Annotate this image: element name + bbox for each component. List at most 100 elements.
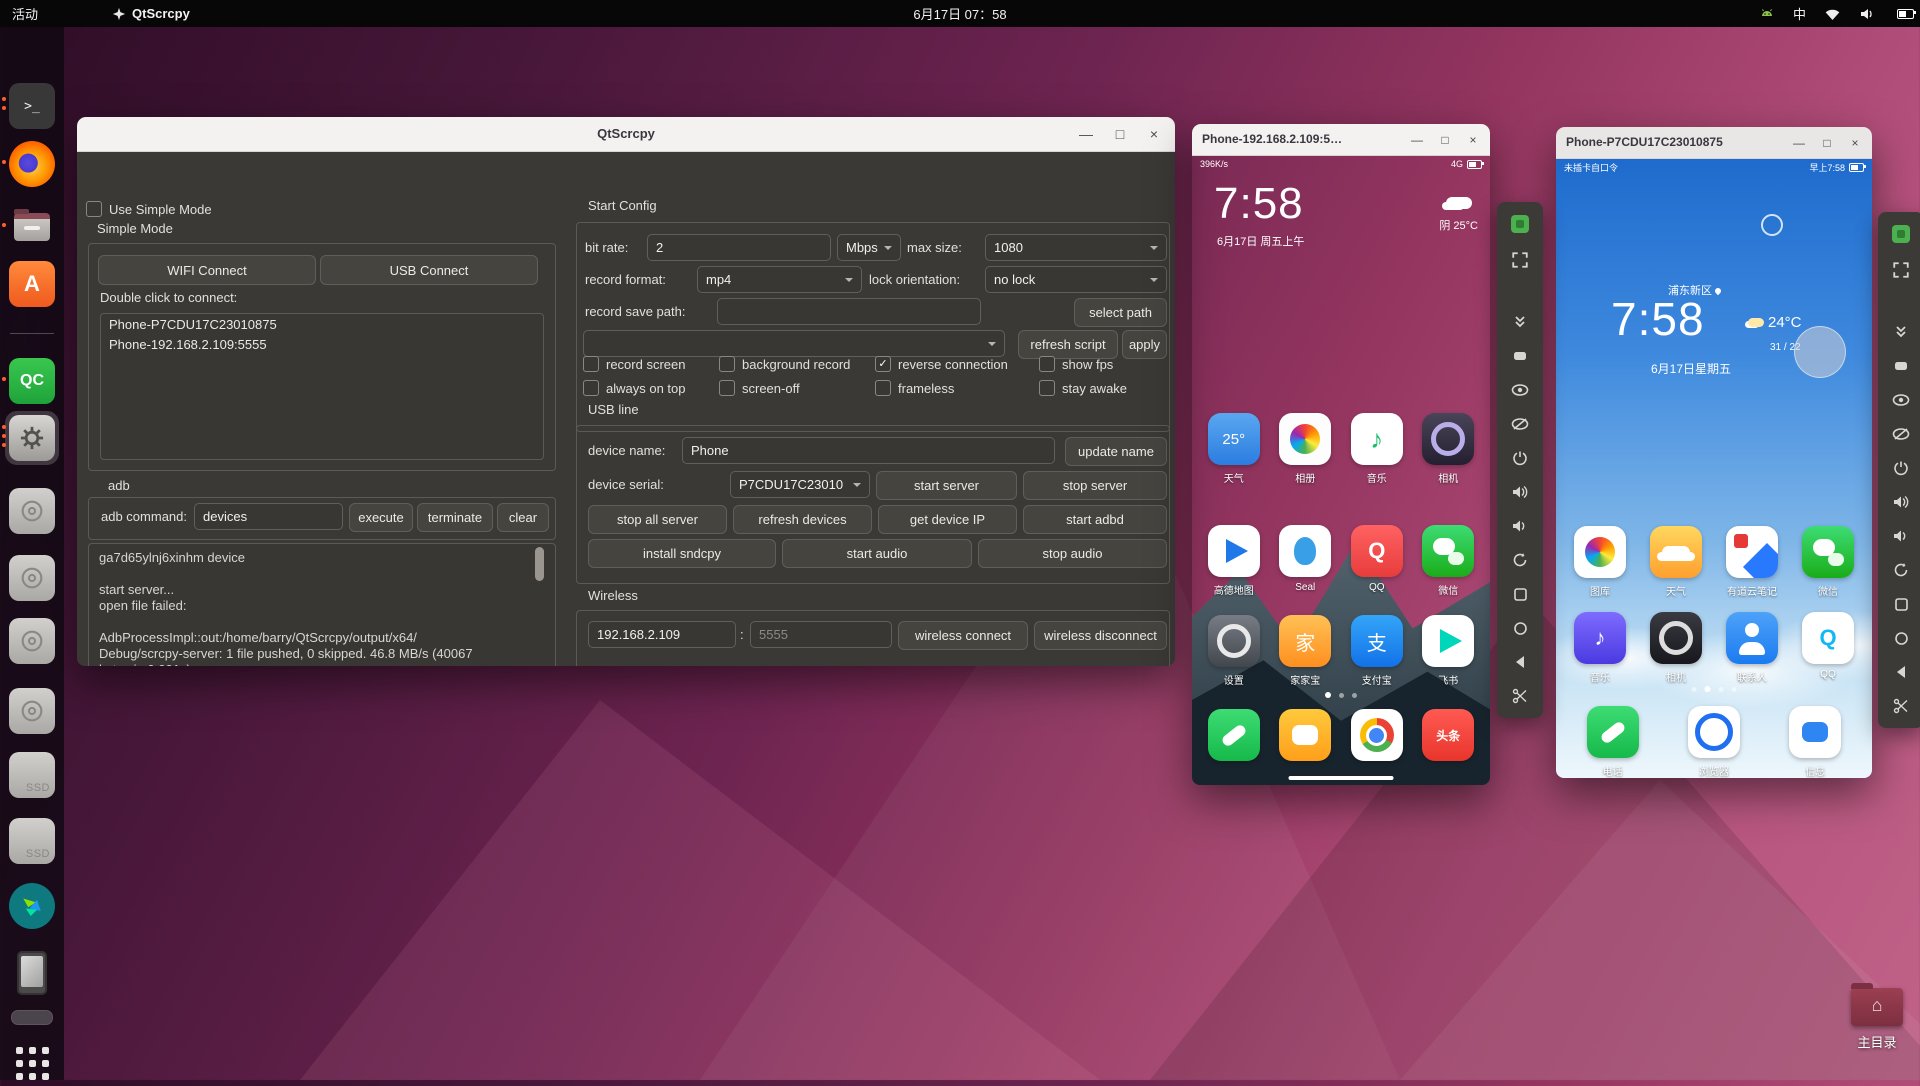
volume-up-icon[interactable] [1878, 488, 1920, 516]
dock-item-disks-1[interactable] [9, 488, 55, 534]
use-simple-mode-checkbox[interactable]: Use Simple Mode [86, 201, 212, 217]
app-icon-电话[interactable]: 电话 [1581, 706, 1645, 778]
volume-icon[interactable] [1859, 7, 1875, 21]
select-path-button[interactable]: select path [1074, 298, 1167, 327]
app-icon-飞书[interactable]: 飞书 [1416, 615, 1480, 687]
device-name-input[interactable]: Phone [682, 437, 1055, 464]
fullscreen-icon[interactable] [1878, 256, 1920, 284]
device-list-item[interactable]: Phone-192.168.2.109:5555 [101, 334, 543, 354]
update-name-button[interactable]: update name [1065, 437, 1167, 466]
clock-menu[interactable]: 6月17日 07：58 [913, 4, 1006, 23]
qtscrcpy-titlebar[interactable]: QtScrcpy — □ × [77, 117, 1175, 152]
expand-panel-icon[interactable] [1497, 308, 1543, 336]
dock-item-show-applications[interactable] [9, 1040, 55, 1086]
device-list[interactable]: Phone-P7CDU17C23010875 Phone-192.168.2.10… [100, 313, 544, 460]
terminate-button[interactable]: terminate [417, 503, 493, 532]
expand-panel-icon[interactable] [1878, 318, 1920, 346]
log-scrollbar[interactable] [535, 547, 544, 581]
start-audio-button[interactable]: start audio [782, 539, 972, 568]
close-button[interactable]: × [1466, 133, 1480, 147]
phone1-home-indicator[interactable] [1288, 776, 1394, 780]
power-icon[interactable] [1497, 444, 1543, 472]
app-icon-dock[interactable]: 头条 [1416, 709, 1480, 761]
install-sndcpy-button[interactable]: install sndcpy [588, 539, 776, 568]
checkbox-background-record[interactable]: background record [719, 356, 850, 372]
app-icon-dock[interactable] [1273, 709, 1337, 761]
touch-icon[interactable] [1878, 352, 1920, 380]
app-icon-天气[interactable]: 天气 [1644, 526, 1708, 598]
fullscreen-icon[interactable] [1497, 246, 1543, 274]
wireless-port-input[interactable]: 5555 [750, 621, 892, 648]
lock-orientation-select[interactable]: no lock [985, 266, 1167, 293]
checkbox-frameless[interactable]: frameless [875, 380, 954, 396]
dock-item-disks-2[interactable] [9, 555, 55, 601]
back-icon[interactable] [1497, 648, 1543, 676]
app-icon-图库[interactable]: 图库 [1568, 526, 1632, 598]
screenshot-icon[interactable] [1497, 682, 1543, 710]
stop-all-server-button[interactable]: stop all server [588, 505, 727, 534]
dock-item-files[interactable] [9, 204, 55, 250]
execute-button[interactable]: execute [349, 503, 413, 532]
get-device-IP-button[interactable]: get device IP [878, 505, 1017, 534]
app-icon-Seal[interactable]: Seal [1273, 525, 1337, 597]
battery-icon[interactable] [1897, 8, 1916, 19]
app-icon-微信[interactable]: 微信 [1796, 526, 1860, 598]
maximize-button[interactable]: □ [1820, 136, 1834, 150]
dock-item-settings[interactable] [9, 415, 55, 461]
dock-item-disks-4[interactable] [9, 688, 55, 734]
screen-on-icon[interactable] [1878, 386, 1920, 414]
app-icon-QQ[interactable]: Q QQ [1345, 525, 1409, 597]
app-icon-音乐[interactable]: ♪ 音乐 [1345, 413, 1409, 485]
wifi-connect-button[interactable]: WIFI Connect [98, 255, 316, 285]
volume-down-icon[interactable] [1497, 512, 1543, 540]
dock-item-firefox[interactable] [9, 141, 55, 187]
dock-item-disks-3[interactable] [9, 618, 55, 664]
phone2-titlebar[interactable]: Phone-P7CDU17C23010875 — □ × [1556, 127, 1872, 159]
screen-off-icon[interactable] [1878, 420, 1920, 448]
screen-off-icon[interactable] [1497, 410, 1543, 438]
minimize-button[interactable]: — [1410, 133, 1424, 147]
dock-item-ubuntu-software[interactable]: A [9, 261, 55, 307]
start-server-button[interactable]: start server [876, 471, 1017, 500]
app-icon-音乐[interactable]: ♪ 音乐 [1568, 612, 1632, 684]
volume-down-icon[interactable] [1878, 522, 1920, 550]
device-serial-select[interactable]: P7CDU17C23010 [730, 471, 870, 498]
home-folder-shortcut[interactable]: ⌂ 主目录 [1842, 983, 1912, 1051]
phone2-assistive-ball[interactable] [1794, 326, 1846, 378]
app-icon-设置[interactable]: 设置 [1202, 615, 1266, 687]
app-icon-联系人[interactable]: 联系人 [1720, 612, 1784, 684]
script-select[interactable] [583, 330, 1005, 357]
checkbox-record-screen[interactable]: record screen [583, 356, 685, 372]
app-icon-dock[interactable] [1345, 709, 1409, 761]
wifi-icon[interactable] [1824, 7, 1841, 21]
max-size-select[interactable]: 1080 [985, 234, 1167, 261]
phone1-screen[interactable]: 396K/s 4G 7:58 6月17日 周五上午 阴 25°C 25° 天气 相册… [1192, 155, 1490, 785]
app-icon-信息[interactable]: 信息 [1783, 706, 1847, 778]
wireless-connect-button[interactable]: wireless connect [898, 621, 1028, 650]
back-icon[interactable] [1878, 658, 1920, 686]
adb-log-output[interactable]: ga7d65ylnj6xinhm device start server... o… [88, 543, 556, 666]
app-icon-相册[interactable]: 相册 [1273, 413, 1337, 485]
start-adbd-button[interactable]: start adbd [1023, 505, 1167, 534]
dock-item-media-app[interactable] [9, 883, 55, 929]
checkbox-stay-awake[interactable]: stay awake [1039, 380, 1127, 396]
home-icon[interactable] [1497, 614, 1543, 642]
stop-audio-button[interactable]: stop audio [978, 539, 1167, 568]
touch-icon[interactable] [1497, 342, 1543, 370]
bit-rate-input[interactable]: 2 [647, 234, 831, 261]
activities-button[interactable]: 活动 [0, 0, 50, 27]
checkbox-screen-off[interactable]: screen-off [719, 380, 800, 396]
app-switch-icon[interactable] [1497, 580, 1543, 608]
device-list-item[interactable]: Phone-P7CDU17C23010875 [101, 314, 543, 334]
apply-button[interactable]: apply [1122, 330, 1167, 359]
adb-command-input[interactable]: devices [194, 503, 343, 530]
close-button[interactable]: × [1848, 136, 1862, 150]
input-method-indicator[interactable]: 中 [1793, 4, 1806, 23]
minimize-button[interactable]: — [1792, 136, 1806, 150]
stop-server-button[interactable]: stop server [1023, 471, 1167, 500]
app-logo-icon[interactable] [1878, 220, 1920, 248]
minimize-button[interactable]: — [1079, 126, 1093, 142]
maximize-button[interactable]: □ [1438, 133, 1452, 147]
app-icon-微信[interactable]: 微信 [1416, 525, 1480, 597]
app-switch-icon[interactable] [1878, 590, 1920, 618]
